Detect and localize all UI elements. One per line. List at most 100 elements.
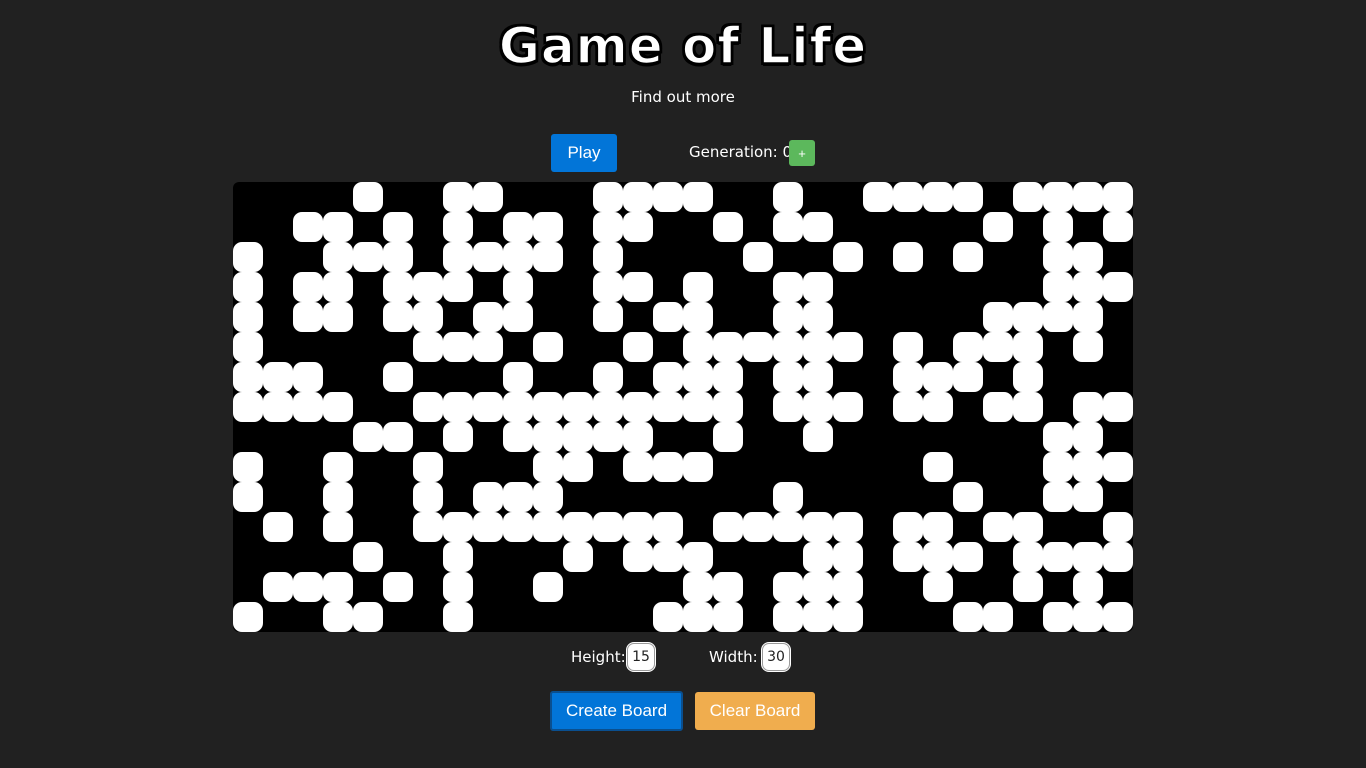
board-cell[interactable] bbox=[863, 602, 893, 632]
board-cell[interactable] bbox=[293, 422, 323, 452]
board-cell[interactable] bbox=[953, 332, 983, 362]
board-cell[interactable] bbox=[923, 542, 953, 572]
board-cell[interactable] bbox=[743, 602, 773, 632]
board-cell[interactable] bbox=[683, 542, 713, 572]
board-cell[interactable] bbox=[833, 542, 863, 572]
board-cell[interactable] bbox=[953, 392, 983, 422]
board-cell[interactable] bbox=[863, 482, 893, 512]
board-cell[interactable] bbox=[473, 392, 503, 422]
board-cell[interactable] bbox=[323, 572, 353, 602]
board-cell[interactable] bbox=[1043, 422, 1073, 452]
board-cell[interactable] bbox=[233, 212, 263, 242]
board-cell[interactable] bbox=[803, 482, 833, 512]
board-cell[interactable] bbox=[833, 392, 863, 422]
board-cell[interactable] bbox=[473, 602, 503, 632]
board-cell[interactable] bbox=[1043, 332, 1073, 362]
board-cell[interactable] bbox=[893, 422, 923, 452]
board-cell[interactable] bbox=[293, 542, 323, 572]
board-cell[interactable] bbox=[713, 182, 743, 212]
board-cell[interactable] bbox=[503, 362, 533, 392]
board-cell[interactable] bbox=[1013, 362, 1043, 392]
board-cell[interactable] bbox=[743, 272, 773, 302]
board-cell[interactable] bbox=[863, 512, 893, 542]
board-cell[interactable] bbox=[683, 572, 713, 602]
board-cell[interactable] bbox=[983, 212, 1013, 242]
board-cell[interactable] bbox=[893, 362, 923, 392]
board-cell[interactable] bbox=[563, 392, 593, 422]
board-cell[interactable] bbox=[533, 542, 563, 572]
board-cell[interactable] bbox=[653, 272, 683, 302]
board-cell[interactable] bbox=[623, 572, 653, 602]
board-cell[interactable] bbox=[1073, 212, 1103, 242]
board-cell[interactable] bbox=[713, 362, 743, 392]
board-cell[interactable] bbox=[293, 182, 323, 212]
board-cell[interactable] bbox=[413, 362, 443, 392]
board-cell[interactable] bbox=[953, 452, 983, 482]
board-cell[interactable] bbox=[353, 212, 383, 242]
board-cell[interactable] bbox=[893, 602, 923, 632]
board-cell[interactable] bbox=[263, 212, 293, 242]
board-cell[interactable] bbox=[293, 482, 323, 512]
board-cell[interactable] bbox=[323, 182, 353, 212]
board-cell[interactable] bbox=[1073, 422, 1103, 452]
board-cell[interactable] bbox=[1013, 392, 1043, 422]
board-cell[interactable] bbox=[953, 362, 983, 392]
board-cell[interactable] bbox=[563, 332, 593, 362]
board-cell[interactable] bbox=[953, 182, 983, 212]
board-cell[interactable] bbox=[953, 302, 983, 332]
board-cell[interactable] bbox=[443, 182, 473, 212]
board-cell[interactable] bbox=[353, 482, 383, 512]
board-cell[interactable] bbox=[383, 452, 413, 482]
board-cell[interactable] bbox=[803, 422, 833, 452]
board-cell[interactable] bbox=[413, 542, 443, 572]
board-cell[interactable] bbox=[1043, 212, 1073, 242]
board-cell[interactable] bbox=[503, 512, 533, 542]
board-cell[interactable] bbox=[1103, 392, 1133, 422]
board-cell[interactable] bbox=[983, 302, 1013, 332]
board-cell[interactable] bbox=[413, 602, 443, 632]
board-cell[interactable] bbox=[473, 242, 503, 272]
board-cell[interactable] bbox=[773, 452, 803, 482]
board-cell[interactable] bbox=[1103, 182, 1133, 212]
board-cell[interactable] bbox=[563, 362, 593, 392]
board-cell[interactable] bbox=[1073, 302, 1103, 332]
board-cell[interactable] bbox=[983, 452, 1013, 482]
board-cell[interactable] bbox=[233, 512, 263, 542]
board-cell[interactable] bbox=[443, 572, 473, 602]
board-cell[interactable] bbox=[1073, 512, 1103, 542]
board-cell[interactable] bbox=[533, 362, 563, 392]
board-cell[interactable] bbox=[563, 212, 593, 242]
board-cell[interactable] bbox=[923, 242, 953, 272]
board-cell[interactable] bbox=[503, 572, 533, 602]
board-cell[interactable] bbox=[923, 332, 953, 362]
board-cell[interactable] bbox=[983, 512, 1013, 542]
board-cell[interactable] bbox=[653, 212, 683, 242]
board-cell[interactable] bbox=[383, 332, 413, 362]
board-cell[interactable] bbox=[803, 182, 833, 212]
board-cell[interactable] bbox=[743, 512, 773, 542]
board-cell[interactable] bbox=[833, 242, 863, 272]
board-cell[interactable] bbox=[983, 362, 1013, 392]
board-cell[interactable] bbox=[713, 212, 743, 242]
board-cell[interactable] bbox=[323, 212, 353, 242]
board-cell[interactable] bbox=[323, 512, 353, 542]
board-cell[interactable] bbox=[443, 542, 473, 572]
board-cell[interactable] bbox=[623, 422, 653, 452]
board-cell[interactable] bbox=[263, 512, 293, 542]
board-cell[interactable] bbox=[323, 452, 353, 482]
board-cell[interactable] bbox=[443, 392, 473, 422]
board-cell[interactable] bbox=[743, 482, 773, 512]
board-cell[interactable] bbox=[593, 512, 623, 542]
board-cell[interactable] bbox=[593, 482, 623, 512]
board-cell[interactable] bbox=[683, 362, 713, 392]
board-cell[interactable] bbox=[953, 422, 983, 452]
board-cell[interactable] bbox=[803, 512, 833, 542]
board-cell[interactable] bbox=[863, 422, 893, 452]
board-cell[interactable] bbox=[803, 212, 833, 242]
board-cell[interactable] bbox=[233, 452, 263, 482]
board-cell[interactable] bbox=[953, 212, 983, 242]
board-cell[interactable] bbox=[1043, 572, 1073, 602]
board-cell[interactable] bbox=[383, 362, 413, 392]
board-cell[interactable] bbox=[893, 572, 923, 602]
board-cell[interactable] bbox=[353, 452, 383, 482]
